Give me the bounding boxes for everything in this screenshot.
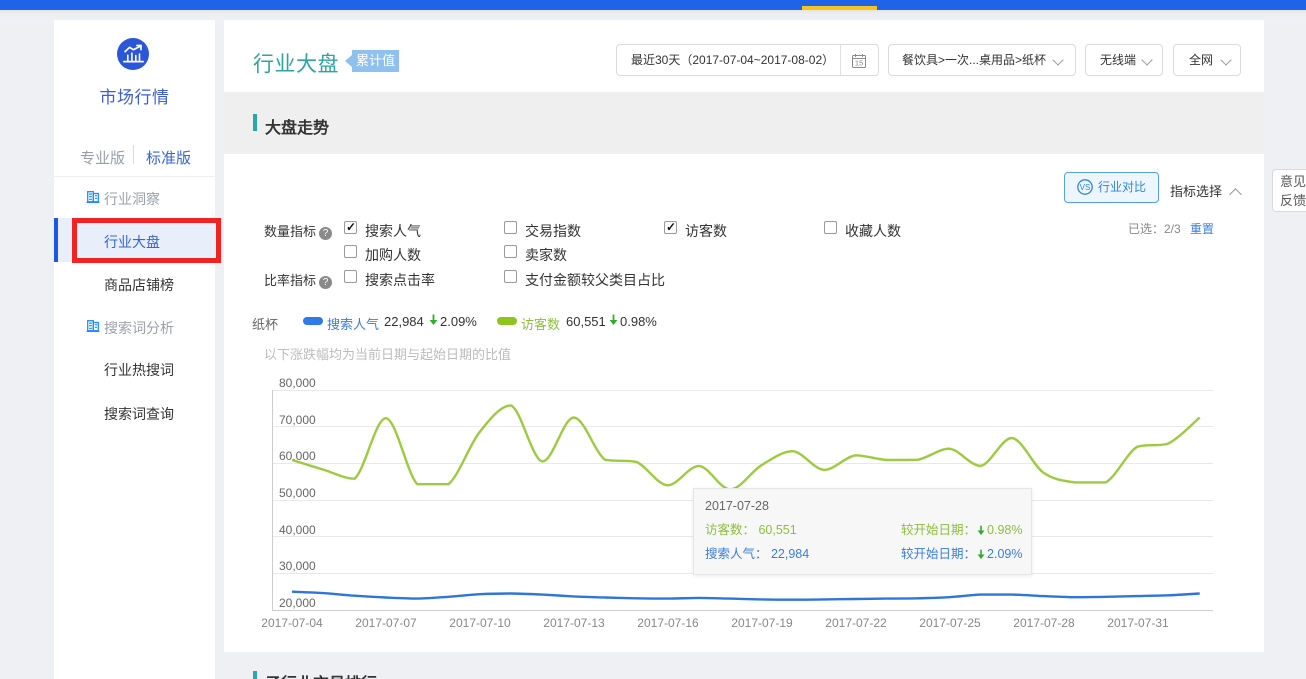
svg-text:20,000: 20,000 (279, 596, 316, 610)
svg-text:15: 15 (855, 59, 863, 68)
svg-text:2017-07-16: 2017-07-16 (637, 616, 699, 630)
svg-text:2017-07-10: 2017-07-10 (449, 616, 511, 630)
svg-text:2017-07-31: 2017-07-31 (1107, 616, 1169, 630)
svg-text:70,000: 70,000 (279, 413, 316, 427)
svg-text:VS: VS (1080, 183, 1091, 192)
svg-text:2017-07-22: 2017-07-22 (825, 616, 887, 630)
svg-text:2017-07-28: 2017-07-28 (1013, 616, 1075, 630)
svg-text:2017-07-19: 2017-07-19 (731, 616, 793, 630)
svg-text:2017-07-04: 2017-07-04 (261, 616, 323, 630)
svg-text:2017-07-13: 2017-07-13 (543, 616, 605, 630)
svg-text:80,000: 80,000 (279, 376, 316, 390)
svg-text:2017-07-25: 2017-07-25 (919, 616, 981, 630)
svg-text:2017-07-07: 2017-07-07 (355, 616, 417, 630)
svg-text:40,000: 40,000 (279, 523, 316, 537)
svg-text:50,000: 50,000 (279, 486, 316, 500)
svg-text:30,000: 30,000 (279, 559, 316, 573)
